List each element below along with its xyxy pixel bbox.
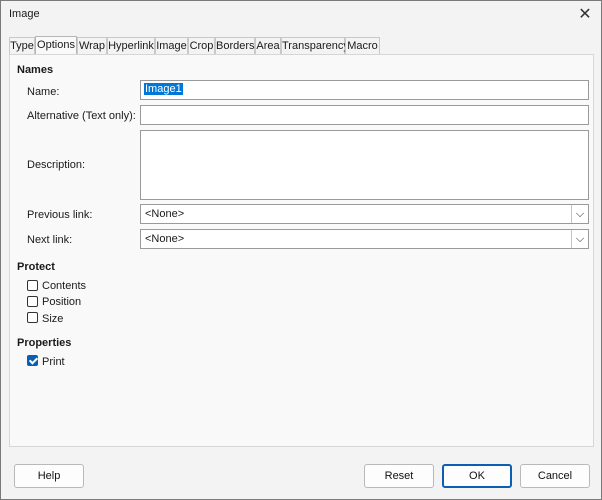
chevron-down-icon[interactable]: ⌵ bbox=[571, 230, 588, 248]
properties-section-title: Properties bbox=[17, 337, 72, 349]
contents-checkbox[interactable] bbox=[27, 280, 38, 291]
previous-link-value: <None> bbox=[145, 208, 185, 220]
options-panel: Names Name: Image1 Alternative (Text onl… bbox=[9, 54, 594, 447]
name-value: Image1 bbox=[144, 83, 183, 95]
tab-transparency[interactable]: Transparency bbox=[281, 37, 349, 54]
next-link-label: Next link: bbox=[27, 234, 73, 246]
reset-button[interactable]: Reset bbox=[364, 464, 434, 488]
names-section-title: Names bbox=[17, 64, 54, 76]
tab-macro[interactable]: Macro bbox=[345, 37, 380, 54]
tab-wrap[interactable]: Wrap bbox=[77, 37, 107, 54]
tab-type[interactable]: Type bbox=[9, 37, 35, 54]
next-link-value: <None> bbox=[145, 233, 185, 245]
position-checkbox[interactable] bbox=[27, 296, 38, 307]
name-label: Name: bbox=[27, 86, 60, 98]
print-label[interactable]: Print bbox=[42, 356, 65, 368]
tab-options[interactable]: Options bbox=[35, 36, 77, 55]
alt-text-field[interactable] bbox=[140, 105, 589, 125]
description-label: Description: bbox=[27, 159, 86, 171]
next-link-select[interactable]: <None> ⌵ bbox=[140, 229, 589, 249]
tab-area[interactable]: Area bbox=[255, 37, 281, 54]
description-field[interactable] bbox=[140, 130, 589, 200]
contents-label[interactable]: Contents bbox=[42, 280, 86, 292]
size-label[interactable]: Size bbox=[42, 313, 63, 325]
tab-image[interactable]: Image bbox=[155, 37, 188, 54]
previous-link-select[interactable]: <None> ⌵ bbox=[140, 204, 589, 224]
protect-section-title: Protect bbox=[17, 261, 55, 273]
alt-text-label: Alternative (Text only): bbox=[27, 110, 136, 122]
print-checkbox[interactable] bbox=[27, 355, 38, 366]
ok-button[interactable]: OK bbox=[442, 464, 512, 488]
tab-borders[interactable]: Borders bbox=[215, 37, 255, 54]
dialog-title: Image bbox=[9, 8, 40, 20]
cancel-button[interactable]: Cancel bbox=[520, 464, 590, 488]
tab-crop[interactable]: Crop bbox=[188, 37, 215, 54]
close-icon[interactable]: ✕ bbox=[575, 5, 595, 25]
chevron-down-icon[interactable]: ⌵ bbox=[571, 205, 588, 223]
tab-hyperlink[interactable]: Hyperlink bbox=[107, 37, 155, 54]
previous-link-label: Previous link: bbox=[27, 209, 93, 221]
title-bar: Image ✕ bbox=[1, 1, 601, 29]
image-dialog: Image ✕ Type Options Wrap Hyperlink Imag… bbox=[0, 0, 602, 500]
help-button[interactable]: Help bbox=[14, 464, 84, 488]
position-label[interactable]: Position bbox=[42, 296, 81, 308]
name-field[interactable]: Image1 bbox=[140, 80, 589, 100]
size-checkbox[interactable] bbox=[27, 312, 38, 323]
